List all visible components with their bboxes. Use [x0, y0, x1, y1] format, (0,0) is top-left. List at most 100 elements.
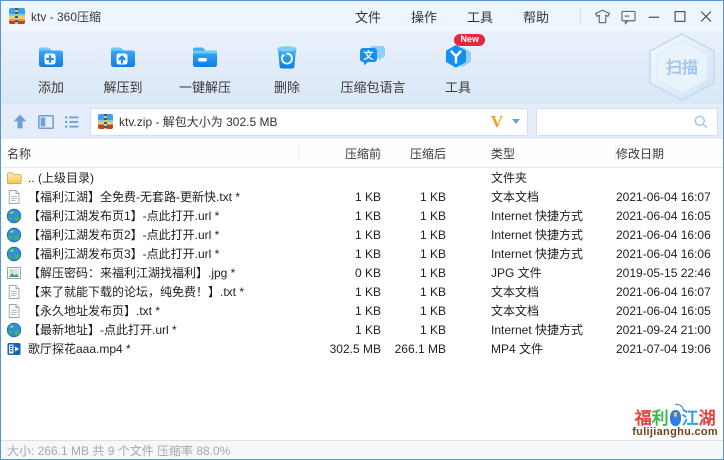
size-after: 1 KB — [419, 284, 446, 299]
menu-help[interactable]: 帮助 — [508, 2, 564, 31]
preview-pane-icon[interactable] — [33, 109, 59, 135]
globe-icon — [6, 208, 22, 224]
toolbar-tools-hexagon-button[interactable]: 工具 New — [423, 34, 493, 96]
size-before: 1 KB — [354, 208, 381, 223]
file-name: 【福利江湖发布页2】-点此打开.url * — [28, 228, 220, 242]
file-type: 文件夹 — [491, 171, 528, 185]
file-type: Internet 快捷方式 — [491, 323, 584, 337]
title-bar: ktv - 360压缩 文件 操作 工具 帮助 — [1, 1, 723, 31]
header-type[interactable]: 类型 — [446, 139, 616, 167]
zip-file-icon — [98, 114, 113, 129]
size-before: 302.5 MB — [329, 341, 381, 356]
watermark-domain: fulijianghu.com — [632, 426, 718, 439]
file-type: MP4 文件 — [491, 342, 544, 356]
search-icon — [694, 115, 708, 128]
menu-tools[interactable]: 工具 — [452, 2, 508, 31]
toolbar-folder-extract-to-button[interactable]: 解压到 — [87, 38, 159, 96]
search-input[interactable] — [536, 107, 718, 136]
size-after: 1 KB — [419, 303, 446, 318]
file-date: 2021-06-04 16:05 — [616, 303, 711, 318]
folder-extract-to-icon — [106, 40, 140, 74]
toolbar-button-label: 压缩包语言 — [340, 80, 406, 95]
file-type: 文本文档 — [491, 190, 540, 204]
menu-file[interactable]: 文件 — [340, 2, 396, 31]
feedback-icon[interactable] — [615, 4, 641, 28]
size-after: 1 KB — [419, 208, 446, 223]
file-date: 2021-06-04 16:06 — [616, 246, 711, 261]
size-before: 1 KB — [354, 284, 381, 299]
size-after: 1 KB — [419, 246, 446, 261]
toolbar-trash-recycle-button[interactable]: 删除 — [251, 38, 323, 96]
file-date: 2021-07-04 19:06 — [616, 341, 711, 356]
new-badge: New — [454, 34, 485, 46]
app-zip-icon — [9, 8, 25, 24]
folder-one-click-extract-icon — [188, 40, 222, 74]
watermark-char: 湖 — [698, 408, 716, 428]
file-row[interactable]: 【福利江湖】全免费-无套路-更新快.txt * 1 KB 1 KB 文本文档 2021-… — [1, 187, 723, 206]
size-before: 0 KB — [354, 265, 381, 280]
toolbar-folder-one-click-extract-button[interactable]: 一键解压 — [159, 38, 251, 96]
size-after: 1 KB — [419, 189, 446, 204]
file-row[interactable]: 【永久地址发布页】.txt * 1 KB 1 KB 文本文档 2021-06-04 16… — [1, 301, 723, 320]
svg-text:文: 文 — [364, 49, 375, 62]
file-row[interactable]: .. (上级目录) 文件夹 — [1, 168, 723, 187]
file-type: Internet 快捷方式 — [491, 247, 584, 261]
skin-shirt-icon[interactable] — [589, 4, 615, 28]
toolbar-language-bubble-button[interactable]: 文压缩包语言 — [323, 38, 423, 96]
minimize-icon[interactable] — [641, 4, 667, 28]
file-row[interactable]: 【福利江湖发布页3】-点此打开.url * 1 KB 1 KB Internet 快捷… — [1, 244, 723, 263]
file-row[interactable]: 【福利江湖发布页2】-点此打开.url * 1 KB 1 KB Internet 快捷… — [1, 225, 723, 244]
address-dropdown-icon[interactable] — [512, 119, 520, 124]
size-after: 1 KB — [419, 227, 446, 242]
status-bar: 大小: 266.1 MB 共 9 个文件 压缩率 88.0% — [1, 440, 723, 459]
list-header: 名称 压缩前 压缩后 类型 修改日期 — [1, 139, 723, 168]
watermark-logo: 福利 江湖 — [632, 403, 718, 428]
address-path: ktv.zip - 解包大小为 302.5 MB — [119, 115, 278, 129]
header-date[interactable]: 修改日期 — [616, 139, 721, 167]
file-row[interactable]: 【来了就能下载的论坛，纯免费！】.txt * 1 KB 1 KB 文本文档 2021-0… — [1, 282, 723, 301]
file-name: 【福利江湖发布页3】-点此打开.url * — [28, 247, 220, 261]
image-file-icon — [6, 265, 22, 281]
app-window: ktv - 360压缩 文件 操作 工具 帮助 添加 解压到 一键解压 删除 文… — [0, 0, 724, 460]
mouse-icon — [669, 403, 684, 426]
toolbar: 添加 解压到 一键解压 删除文压缩包语言 工具 New 扫描 — [1, 31, 723, 104]
size-before: 1 KB — [354, 227, 381, 242]
status-text: 大小: 266.1 MB 共 9 个文件 压缩率 88.0% — [7, 443, 231, 458]
scan-button[interactable]: 扫描 — [643, 32, 721, 102]
toolbar-button-label: 解压到 — [103, 80, 143, 95]
size-after: 1 KB — [419, 265, 446, 280]
header-size-before[interactable]: 压缩前 — [299, 139, 381, 167]
size-after: 1 KB — [419, 322, 446, 337]
file-row[interactable]: 【解压密码：来福利江湖找福利】.jpg * 0 KB 1 KB JPG 文件 2019-… — [1, 263, 723, 282]
maximize-icon[interactable] — [667, 4, 693, 28]
file-type: 文本文档 — [491, 304, 540, 318]
titlebar-divider — [580, 8, 581, 24]
size-before: 1 KB — [354, 246, 381, 261]
close-icon[interactable] — [693, 4, 719, 28]
file-date: 2021-06-04 16:07 — [616, 189, 711, 204]
list-view-icon[interactable] — [59, 109, 85, 135]
file-name: 【福利江湖发布页1】-点此打开.url * — [28, 209, 220, 223]
file-row[interactable]: 【福利江湖发布页1】-点此打开.url * 1 KB 1 KB Internet 快捷… — [1, 206, 723, 225]
text-file-icon — [6, 303, 22, 319]
toolbar-button-label: 删除 — [273, 80, 300, 95]
file-date: 2019-05-15 22:46 — [616, 265, 711, 280]
address-input[interactable]: ktv.zip - 解包大小为 302.5 MB V — [90, 107, 528, 136]
toolbar-folder-add-button[interactable]: 添加 — [15, 38, 87, 96]
file-row[interactable]: 【最新地址】-点此打开.url * 1 KB 1 KB Internet 快捷方式 20… — [1, 320, 723, 339]
watermark-char: 福 — [634, 408, 652, 428]
file-date: 2021-09-24 21:00 — [616, 322, 711, 337]
size-before: 1 KB — [354, 322, 381, 337]
vip-v-mark[interactable]: V — [491, 113, 503, 130]
header-size-after[interactable]: 压缩后 — [381, 139, 446, 167]
header-name[interactable]: 名称 — [1, 139, 299, 167]
text-file-icon — [6, 284, 22, 300]
file-name: 【来了就能下载的论坛，纯免费！】.txt * — [28, 285, 245, 299]
menu-operations[interactable]: 操作 — [396, 2, 452, 31]
file-type: Internet 快捷方式 — [491, 209, 584, 223]
file-date: 2021-06-04 16:07 — [616, 284, 711, 299]
scan-label-text: 扫描 — [666, 58, 698, 77]
up-level-icon[interactable] — [7, 109, 33, 135]
file-row[interactable]: 歌厅探花aaa.mp4 * 302.5 MB 266.1 MB MP4 文件 2021-… — [1, 339, 723, 358]
watermark-char: 江 — [681, 408, 699, 428]
